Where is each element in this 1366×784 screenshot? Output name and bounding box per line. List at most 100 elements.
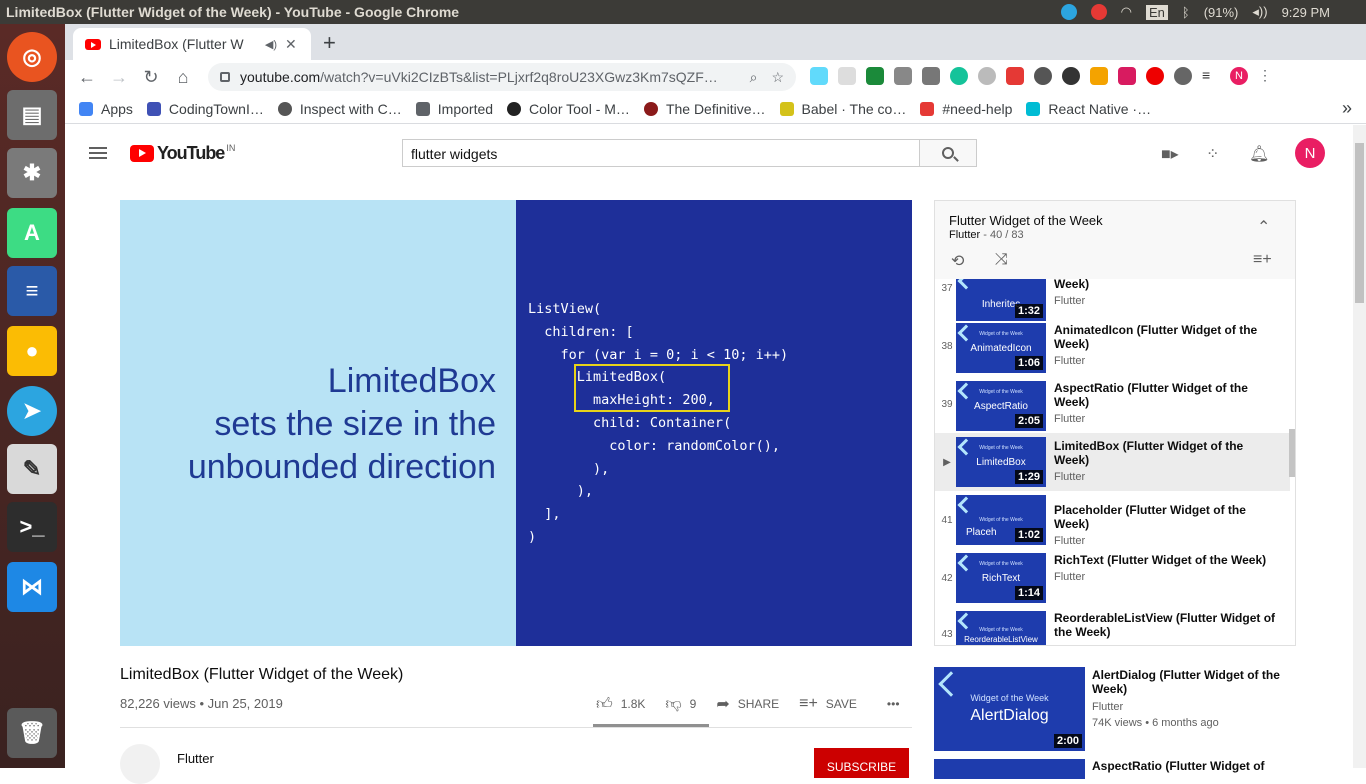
settings-icon[interactable]: ✱ <box>7 148 57 198</box>
audio-playing-icon[interactable]: ◀) <box>265 38 277 51</box>
volume-icon[interactable]: ◂)) <box>1252 4 1267 20</box>
ubuntu-icon[interactable]: ◎ <box>7 32 57 82</box>
notifications-bell-icon[interactable]: 🔔︎ <box>1249 144 1269 164</box>
menu-icon[interactable] <box>89 147 107 159</box>
channel-avatar[interactable] <box>120 744 160 784</box>
forward-button[interactable]: → <box>103 67 135 88</box>
record-icon[interactable] <box>1146 67 1164 85</box>
react-devtools-icon[interactable] <box>810 67 828 85</box>
apps-grid-icon[interactable]: ⁘ <box>1206 144 1219 164</box>
bookmarks-bar: Apps CodingTownI… Inspect with C… Import… <box>65 94 1366 124</box>
extension-icon[interactable] <box>1174 67 1192 85</box>
page-scrollbar[interactable] <box>1353 125 1366 768</box>
home-button[interactable]: ⌂ <box>167 67 199 88</box>
playlist-add-icon: ≡+ <box>799 695 818 712</box>
color-picker-icon[interactable] <box>1090 67 1108 85</box>
address-bar[interactable]: youtube.com/watch?v=uVki2CIzBTs&list=PLj… <box>208 63 796 91</box>
profile-avatar[interactable]: N <box>1230 67 1248 85</box>
create-video-icon[interactable]: ■▸ <box>1161 144 1179 164</box>
shuffle-icon[interactable]: ⤨ <box>995 251 1008 269</box>
playlist-panel: Flutter Widget of the Week Flutter - 40 … <box>934 200 1296 646</box>
bookmark-definitive[interactable]: The Definitive… <box>643 101 766 117</box>
channel-name[interactable]: Flutter <box>177 751 214 766</box>
writer-icon[interactable]: ≡ <box>7 266 57 316</box>
bookmark-inspect[interactable]: Inspect with C… <box>277 101 402 117</box>
youtube-logo[interactable]: YouTube IN <box>130 143 235 164</box>
playlist-item[interactable]: 43 Widget of the Week ReorderableListView… <box>935 609 1290 645</box>
playlist-item[interactable]: 38 Widget of the Week AnimatedIcon 1:06 An… <box>935 319 1290 377</box>
back-button[interactable]: ← <box>71 67 103 88</box>
playlist-scrollbar[interactable] <box>1289 429 1295 477</box>
bluetooth-icon[interactable]: ᛒ <box>1182 5 1190 20</box>
bookmark-babel[interactable]: Babel · The co… <box>779 101 906 117</box>
grammarly-icon[interactable] <box>950 67 968 85</box>
flutter-logo-icon <box>957 496 975 514</box>
grid-extension-icon[interactable] <box>894 67 912 85</box>
search-button[interactable] <box>919 139 977 167</box>
cors-extension-icon[interactable] <box>866 67 884 85</box>
battery-indicator[interactable]: (91%) <box>1204 5 1239 20</box>
color-tool-icon <box>507 101 522 116</box>
recommended-video[interactable]: AspectRatio (Flutter Widget of <box>934 759 1296 779</box>
video-thumbnail: Widget of the Week AlertDialog 2:00 <box>934 667 1085 751</box>
keyboard-layout[interactable]: En <box>1145 4 1168 20</box>
playlist-item-current[interactable]: ▶ Widget of the Week LimitedBox 1:29 Limit… <box>935 433 1290 491</box>
extension-icon[interactable] <box>1034 67 1052 85</box>
like-button[interactable]: 👍︎ 1.8K <box>596 695 645 714</box>
chrome-menu-icon[interactable]: ⋮ <box>1258 67 1272 85</box>
telegram-tray-icon[interactable] <box>1060 4 1077 20</box>
new-tab-button[interactable]: + <box>323 30 336 56</box>
more-bookmarks-button[interactable]: » <box>1342 98 1352 119</box>
playlist-title[interactable]: Flutter Widget of the Week <box>949 213 1103 228</box>
telegram-icon[interactable]: ➤ <box>7 386 57 436</box>
subscribe-button[interactable]: SUBSCRIBE <box>814 748 909 778</box>
vscode-icon[interactable]: ⋈ <box>7 562 57 612</box>
chrome-icon[interactable]: ● <box>7 326 57 376</box>
extension-icon[interactable] <box>838 67 856 85</box>
close-tab-icon[interactable]: ✕ <box>285 36 301 53</box>
playlist-item[interactable]: 39 Widget of the Week AspectRatio 2:05 Asp… <box>935 377 1290 435</box>
playlist-item[interactable]: 42 Widget of the Week RichText 1:14 RichTe… <box>935 551 1290 609</box>
terminal-icon[interactable]: >_ <box>7 502 57 552</box>
playlist-item-channel: Flutter <box>1054 355 1086 367</box>
text-editor-icon[interactable]: ✎ <box>7 444 57 494</box>
lock-icon[interactable] <box>220 72 230 82</box>
android-studio-icon[interactable]: A <box>7 208 57 258</box>
scrollbar-thumb[interactable] <box>1355 143 1364 303</box>
extension-icon[interactable] <box>978 67 996 85</box>
share-button[interactable]: ➦ SHARE <box>716 694 779 714</box>
reload-button[interactable]: ↻ <box>135 67 167 88</box>
browser-tab[interactable]: LimitedBox (Flutter W ◀) ✕ <box>73 28 311 60</box>
wifi-icon[interactable]: ◠ <box>1121 4 1132 20</box>
avatar[interactable]: N <box>1295 138 1325 168</box>
do-not-disturb-icon[interactable] <box>1090 4 1107 20</box>
collapse-chevron-icon[interactable]: ⌃ <box>1257 217 1270 237</box>
dark-mode-icon[interactable] <box>1062 67 1080 85</box>
bookmark-imported[interactable]: Imported <box>415 101 493 117</box>
save-button[interactable]: ≡+ SAVE <box>799 695 857 713</box>
video-player[interactable]: LimitedBox sets the size in the unbounde… <box>120 200 912 646</box>
bookmark-codingtown[interactable]: CodingTownI… <box>146 101 264 117</box>
bookmark-color-tool[interactable]: Color Tool - M… <box>507 101 630 117</box>
more-actions-button[interactable]: ••• <box>887 697 900 711</box>
bookmark-apps[interactable]: Apps <box>79 101 133 117</box>
bookmark-need-help[interactable]: #need-help <box>920 101 1012 117</box>
bookmark-react-native[interactable]: React Native ·… <box>1026 101 1151 117</box>
save-playlist-icon[interactable]: ≡+ <box>1253 251 1272 269</box>
search-input[interactable]: flutter widgets <box>402 139 920 167</box>
media-control-icon[interactable]: ≡ <box>1202 67 1220 85</box>
dislike-button[interactable]: 👎︎ 9 <box>665 695 696 714</box>
recommended-video[interactable]: Widget of the Week AlertDialog 2:00 Aler… <box>934 667 1296 752</box>
files-icon[interactable]: ▤ <box>7 90 57 140</box>
playlist-item[interactable]: 41 Widget of the Week Placeh 1:02 Placehol… <box>935 493 1290 551</box>
clock[interactable]: 9:29 PM <box>1282 5 1330 20</box>
search-icon[interactable]: ⌕ <box>750 69 758 86</box>
bookmark-star-icon[interactable]: ☆ <box>771 69 784 86</box>
extension-icon[interactable] <box>922 67 940 85</box>
apps-grid-icon <box>79 101 93 116</box>
launcher: ◎ ▤ ✱ A ≡ ● ➤ ✎ >_ ⋈ 🗑 <box>0 24 65 768</box>
loop-icon[interactable]: ⟲ <box>951 251 964 271</box>
mic-extension-icon[interactable] <box>1118 67 1136 85</box>
trash-icon[interactable]: 🗑 <box>7 708 57 758</box>
extension-icon[interactable] <box>1006 67 1024 85</box>
